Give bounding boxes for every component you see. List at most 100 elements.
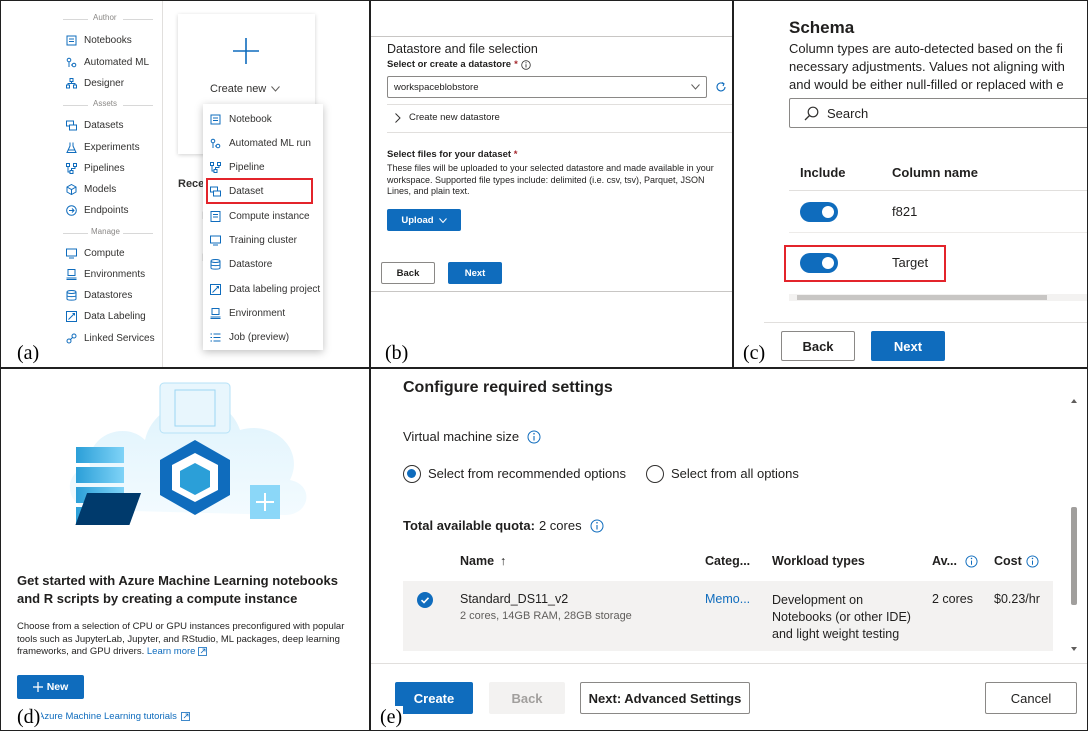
target-row-highlight	[784, 245, 946, 282]
automl-icon	[210, 138, 221, 149]
nav-compute[interactable]: Compute	[66, 244, 125, 262]
nav-pipelines[interactable]: Pipelines	[66, 159, 125, 177]
header-divider	[789, 190, 1088, 191]
scroll-down-arrow[interactable]	[1071, 647, 1077, 651]
panel-d: Get started with Azure Machine Learning …	[0, 369, 370, 731]
info-icon	[521, 59, 531, 70]
next-advanced-button[interactable]: Next: Advanced Settings	[580, 682, 750, 714]
chevron-right-icon	[395, 112, 401, 123]
header-cost[interactable]: Cost	[994, 554, 1039, 568]
chevron-down-icon	[691, 84, 700, 90]
header-workload[interactable]: Workload types	[772, 554, 865, 568]
nav-datasets[interactable]: Datasets	[66, 116, 123, 134]
datastore-label: Select or create a datastore *	[387, 59, 531, 70]
include-toggle-f821[interactable]	[800, 202, 838, 222]
pipeline-icon	[66, 162, 77, 174]
create-datastore-link[interactable]: Create new datastore	[395, 112, 500, 123]
sidebar-divider	[162, 0, 163, 368]
notebook-icon	[210, 114, 221, 125]
vertical-scrollbar[interactable]	[1069, 399, 1079, 655]
panel-label-c: (c)	[742, 342, 767, 364]
radio-recommended[interactable]	[403, 465, 421, 483]
scrollbar-thumb[interactable]	[797, 295, 1047, 300]
new-compute-button[interactable]: New	[17, 675, 84, 699]
divider	[387, 104, 733, 105]
nav-notebooks[interactable]: Notebooks	[66, 31, 132, 49]
nav-environments[interactable]: Environments	[66, 265, 145, 283]
nav-models[interactable]: Models	[66, 180, 116, 198]
datastore-select[interactable]: workspaceblobstore	[387, 76, 707, 98]
nav-automated-ml[interactable]: Automated ML	[66, 53, 149, 71]
info-icon	[965, 554, 978, 568]
radio-all[interactable]	[646, 465, 664, 483]
menu-notebook[interactable]: Notebook	[210, 108, 272, 130]
database-icon	[66, 289, 77, 301]
external-link-icon	[198, 647, 208, 656]
search-input[interactable]: Search	[789, 98, 1088, 128]
radio-all-label: Select from all options	[671, 466, 799, 481]
menu-datastore[interactable]: Datastore	[210, 253, 272, 275]
chevron-down-icon	[438, 217, 447, 223]
create-new-button[interactable]: Create new	[210, 80, 281, 98]
divider	[387, 132, 733, 133]
files-label: Select files for your dataset *	[387, 149, 518, 160]
dataset-highlight	[206, 178, 313, 204]
panel-label-b: (b)	[384, 342, 410, 364]
menu-data-labeling-project[interactable]: Data labeling project	[210, 278, 320, 300]
header-category[interactable]: Categ...	[705, 554, 750, 568]
menu-job-preview[interactable]: Job (preview)	[210, 326, 289, 348]
plus-icon[interactable]	[233, 38, 259, 64]
next-button[interactable]: Next	[448, 262, 502, 284]
horizontal-scrollbar[interactable]	[789, 294, 1088, 301]
footer-divider	[764, 322, 1088, 323]
back-button[interactable]: Back	[781, 331, 855, 361]
header-name[interactable]: Name ↑	[460, 554, 506, 568]
upload-button[interactable]: Upload	[387, 209, 461, 231]
back-button[interactable]: Back	[381, 262, 435, 284]
create-button[interactable]: Create	[395, 682, 473, 714]
nav-data-labeling[interactable]: Data Labeling	[66, 307, 146, 325]
vm-cost: $0.23/hr	[994, 592, 1040, 606]
nav-experiments[interactable]: Experiments	[66, 138, 140, 156]
nav-datastores[interactable]: Datastores	[66, 286, 132, 304]
flask-icon	[66, 142, 77, 153]
scrollbar-thumb[interactable]	[1071, 507, 1077, 605]
link-icon	[66, 333, 77, 344]
nav-designer[interactable]: Designer	[66, 74, 124, 92]
back-button[interactable]: Back	[489, 682, 565, 714]
menu-compute-instance[interactable]: Compute instance	[210, 205, 310, 227]
search-icon	[804, 106, 819, 121]
scroll-up-arrow[interactable]	[1071, 399, 1077, 403]
getting-started-body: Choose from a selection of CPU or GPU in…	[17, 621, 345, 657]
labeling-icon	[66, 310, 77, 322]
monitor-icon	[66, 248, 77, 259]
checkmark-circle-icon[interactable]	[417, 592, 433, 608]
menu-pipeline[interactable]: Pipeline	[210, 156, 265, 178]
panel-label-d: (d)	[16, 706, 42, 728]
schema-description: Column types are auto-detected based on …	[789, 41, 1065, 92]
nav-linked-services[interactable]: Linked Services	[66, 329, 155, 347]
tutorials-link[interactable]: Azure Machine Learning tutorials	[38, 711, 190, 722]
refresh-icon[interactable]	[715, 81, 727, 93]
plus-icon	[32, 682, 43, 692]
learn-more-link[interactable]: Learn more	[147, 646, 196, 657]
info-icon	[527, 430, 541, 444]
vm-size-label: Virtual machine size	[403, 429, 541, 444]
panel-border	[0, 0, 1, 731]
footer-divider	[371, 663, 1088, 664]
pipeline-icon	[210, 161, 221, 173]
menu-training-cluster[interactable]: Training cluster	[210, 229, 297, 251]
vm-available: 2 cores	[932, 592, 973, 606]
menu-environment[interactable]: Environment	[210, 302, 285, 324]
endpoint-icon	[66, 204, 77, 216]
header-available[interactable]: Av...	[932, 554, 978, 568]
files-description: These files will be uploaded to your sel…	[387, 163, 714, 196]
designer-icon	[66, 77, 77, 89]
radio-recommended-label: Select from recommended options	[428, 466, 626, 481]
menu-automl-run[interactable]: Automated ML run	[210, 132, 311, 154]
panel-c: Schema Column types are auto-detected ba…	[734, 0, 1088, 368]
cancel-button[interactable]: Cancel	[985, 682, 1077, 714]
next-button[interactable]: Next	[871, 331, 945, 361]
vm-category[interactable]: Memo...	[705, 592, 750, 606]
nav-endpoints[interactable]: Endpoints	[66, 201, 128, 219]
